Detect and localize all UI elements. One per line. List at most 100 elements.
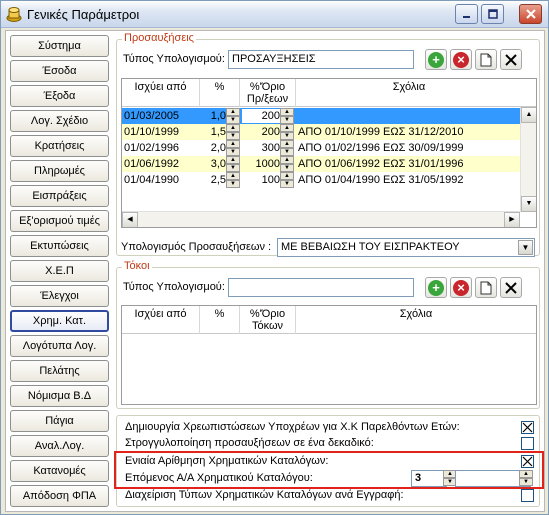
nav-button[interactable]: Πελάτης: [10, 360, 109, 382]
cell-date: 01/04/1990: [124, 174, 180, 186]
cell-date: 01/06/1992: [124, 158, 180, 170]
cell-percent: 1,0: [210, 110, 226, 122]
surcharges-type-label: Τύπος Υπολογισμού:: [123, 53, 225, 65]
cell-date: 01/03/2005: [124, 110, 180, 122]
minimize-button[interactable]: [455, 4, 478, 24]
plus-icon: +: [428, 279, 444, 296]
table-row[interactable]: 01/10/1999 1,5 200 ΑΠΟ 01/10/1999 ΕΩΣ 31/12…: [122, 124, 520, 140]
title-bar: Γενικές Παράμετροι: [1, 1, 548, 28]
maximize-button[interactable]: [481, 4, 504, 24]
x-icon: [505, 281, 517, 294]
minimize-icon: [462, 16, 470, 18]
surcharges-hscroll[interactable]: ◀ ▶: [122, 211, 520, 227]
limit-spinner[interactable]: ▲ ▼: [280, 140, 294, 156]
delete-surcharge-button[interactable]: ×: [450, 49, 472, 70]
nav-button[interactable]: Νόμισμα Β.Δ: [10, 385, 109, 407]
parameters-window: Γενικές Παράμετροι Σύστημα Έσοδα Έξοδα Λογ.…: [0, 0, 549, 515]
nav-button[interactable]: Χ.Ε.Π: [10, 260, 109, 282]
percent-spinner[interactable]: ▲ ▼: [226, 172, 240, 188]
percent-spinner[interactable]: ▲ ▼: [226, 140, 240, 156]
nav-button[interactable]: Εκτυπώσεις: [10, 235, 109, 257]
document-icon: [480, 281, 492, 294]
interest-title: Τόκοι: [122, 260, 152, 272]
col-limit: %'Όριο Πρ/ξεων: [240, 79, 296, 107]
col-valid-from: Ισχύει από: [122, 306, 200, 334]
nav-button[interactable]: Απόδοση ΦΠΑ: [10, 485, 109, 507]
interest-grid: Ισχύει από % %'Όριο Τόκων Σχόλια: [121, 305, 537, 405]
nav-button[interactable]: Πληρωμές: [10, 160, 109, 182]
cell-percent: 2,5: [210, 174, 226, 186]
nav-button[interactable]: Έλεγχοι: [10, 285, 109, 307]
table-row[interactable]: 01/04/1990 2,5 100 ΑΠΟ 01/04/1990 ΕΩΣ 31/05…: [122, 172, 520, 188]
maximize-icon: [487, 9, 498, 19]
nav-button[interactable]: Εισπράξεις: [10, 185, 109, 207]
surcharges-group: Προσαυξήσεις Τύπος Υπολογισμού: ΠΡΟΣΑΥΞΗ…: [116, 32, 540, 257]
option-label: Δημιουργία Χρεωπιστώσεων Υποχρέων για Χ.…: [125, 421, 460, 433]
cell-date: 01/02/1996: [124, 142, 180, 154]
interest-grid-header: Ισχύει από % %'Όριο Τόκων Σχόλια: [122, 306, 536, 334]
cell-percent: 1,5: [210, 126, 226, 138]
table-row[interactable]: 01/03/2005 1,0 200 ▲ ▼ ▲ ▼: [122, 108, 520, 124]
surcharges-type-input[interactable]: ΠΡΟΣΑΥΞΗΣΕΙΣ: [228, 50, 414, 69]
cell-limit: 200: [242, 109, 280, 123]
window-title: Γενικές Παράμετροι: [27, 7, 140, 22]
surcharges-grid: Ισχύει από % %'Όριο Πρ/ξεων Σχόλια 01/03…: [121, 78, 537, 228]
nav-button[interactable]: Σύστημα: [10, 35, 109, 57]
surcharges-grid-header: Ισχύει από % %'Όριο Πρ/ξεων Σχόλια: [122, 79, 536, 107]
scroll-down-arrow[interactable]: ▼: [521, 196, 536, 212]
options-group: Δημιουργία Χρεωπιστώσεων Υποχρέων για Χ.…: [114, 415, 544, 507]
scroll-up-arrow[interactable]: ▲: [521, 107, 536, 123]
limit-spinner[interactable]: ▲ ▼: [280, 156, 294, 172]
cell-comment: ΑΠΟ 01/06/1992 ΕΩΣ 31/01/1996: [298, 158, 464, 170]
cell-comment: ΑΠΟ 01/04/1990 ΕΩΣ 31/05/1992: [298, 174, 464, 186]
nav-button[interactable]: Λογ. Σχέδιο: [10, 110, 109, 132]
option-checkbox[interactable]: [521, 421, 534, 434]
interest-type-input[interactable]: [228, 278, 414, 297]
limit-spinner[interactable]: ▲ ▼: [280, 108, 294, 124]
surcharges-vscroll[interactable]: ▲ ▼: [520, 107, 536, 212]
nav-button[interactable]: Εξ'ορισμού τιμές: [10, 210, 109, 232]
option-checkbox[interactable]: [521, 489, 534, 502]
col-percent: %: [200, 79, 240, 107]
cell-date: 01/10/1999: [124, 126, 180, 138]
nav-button[interactable]: Έσοδα: [10, 60, 109, 82]
option-label: Στρογγυλοποίηση προσαυξήσεων σε ένα δεκα…: [125, 437, 374, 449]
nav-button[interactable]: Κρατήσεις: [10, 135, 109, 157]
table-row[interactable]: 01/02/1996 2,0 300 ΑΠΟ 01/02/1996 ΕΩΣ 30/09…: [122, 140, 520, 156]
cell-limit: 200: [261, 126, 280, 138]
nav-button[interactable]: Πάγια: [10, 410, 109, 432]
dropdown-arrow-icon[interactable]: ▼: [518, 240, 533, 255]
scroll-right-arrow[interactable]: ▶: [504, 212, 520, 227]
percent-spinner[interactable]: ▲ ▼: [226, 108, 240, 124]
cancel-surcharge-button[interactable]: [500, 49, 522, 70]
nav-button[interactable]: Λογότυπα Λογ.: [10, 335, 109, 357]
col-comments: Σχόλια: [399, 308, 433, 320]
option-row: Δημιουργία Χρεωπιστώσεων Υποχρέων για Χ.…: [121, 420, 539, 435]
nav-button[interactable]: Κατανομές: [10, 460, 109, 482]
cancel-interest-button[interactable]: [500, 277, 522, 298]
nav-button[interactable]: Έξοδα: [10, 85, 109, 107]
close-icon: [525, 9, 536, 19]
new-document-button[interactable]: [475, 49, 497, 70]
nav-button[interactable]: Αναλ.Λογ.: [10, 435, 109, 457]
cell-limit: 1000: [255, 158, 280, 170]
delete-interest-button[interactable]: ×: [450, 277, 472, 298]
new-interest-document-button[interactable]: [475, 277, 497, 298]
x-icon: [505, 53, 517, 66]
percent-spinner[interactable]: ▲ ▼: [226, 124, 240, 140]
table-row[interactable]: 01/06/1992 3,0 1000 ΑΠΟ 01/06/1992 ΕΩΣ 31/0…: [122, 156, 520, 172]
scroll-left-arrow[interactable]: ◀: [122, 212, 138, 227]
add-interest-button[interactable]: +: [425, 277, 447, 298]
close-button[interactable]: [519, 4, 542, 24]
add-surcharge-button[interactable]: +: [425, 49, 447, 70]
app-icon: [6, 7, 22, 22]
option-checkbox[interactable]: [521, 437, 534, 450]
calc-select[interactable]: ΜΕ ΒΕΒΑΙΩΣΗ ΤΟΥ ΕΙΣΠΡΑΚΤΕΟΥ ▼: [277, 238, 535, 257]
col-percent: %: [200, 306, 240, 334]
percent-spinner[interactable]: ▲ ▼: [226, 156, 240, 172]
calc-label: Υπολογισμός Προσαυξήσεων :: [121, 241, 272, 253]
limit-spinner[interactable]: ▲ ▼: [280, 172, 294, 188]
cell-percent: 3,0: [210, 158, 226, 170]
limit-spinner[interactable]: ▲ ▼: [280, 124, 294, 140]
nav-button[interactable]: Χρημ. Κατ.: [10, 310, 109, 332]
